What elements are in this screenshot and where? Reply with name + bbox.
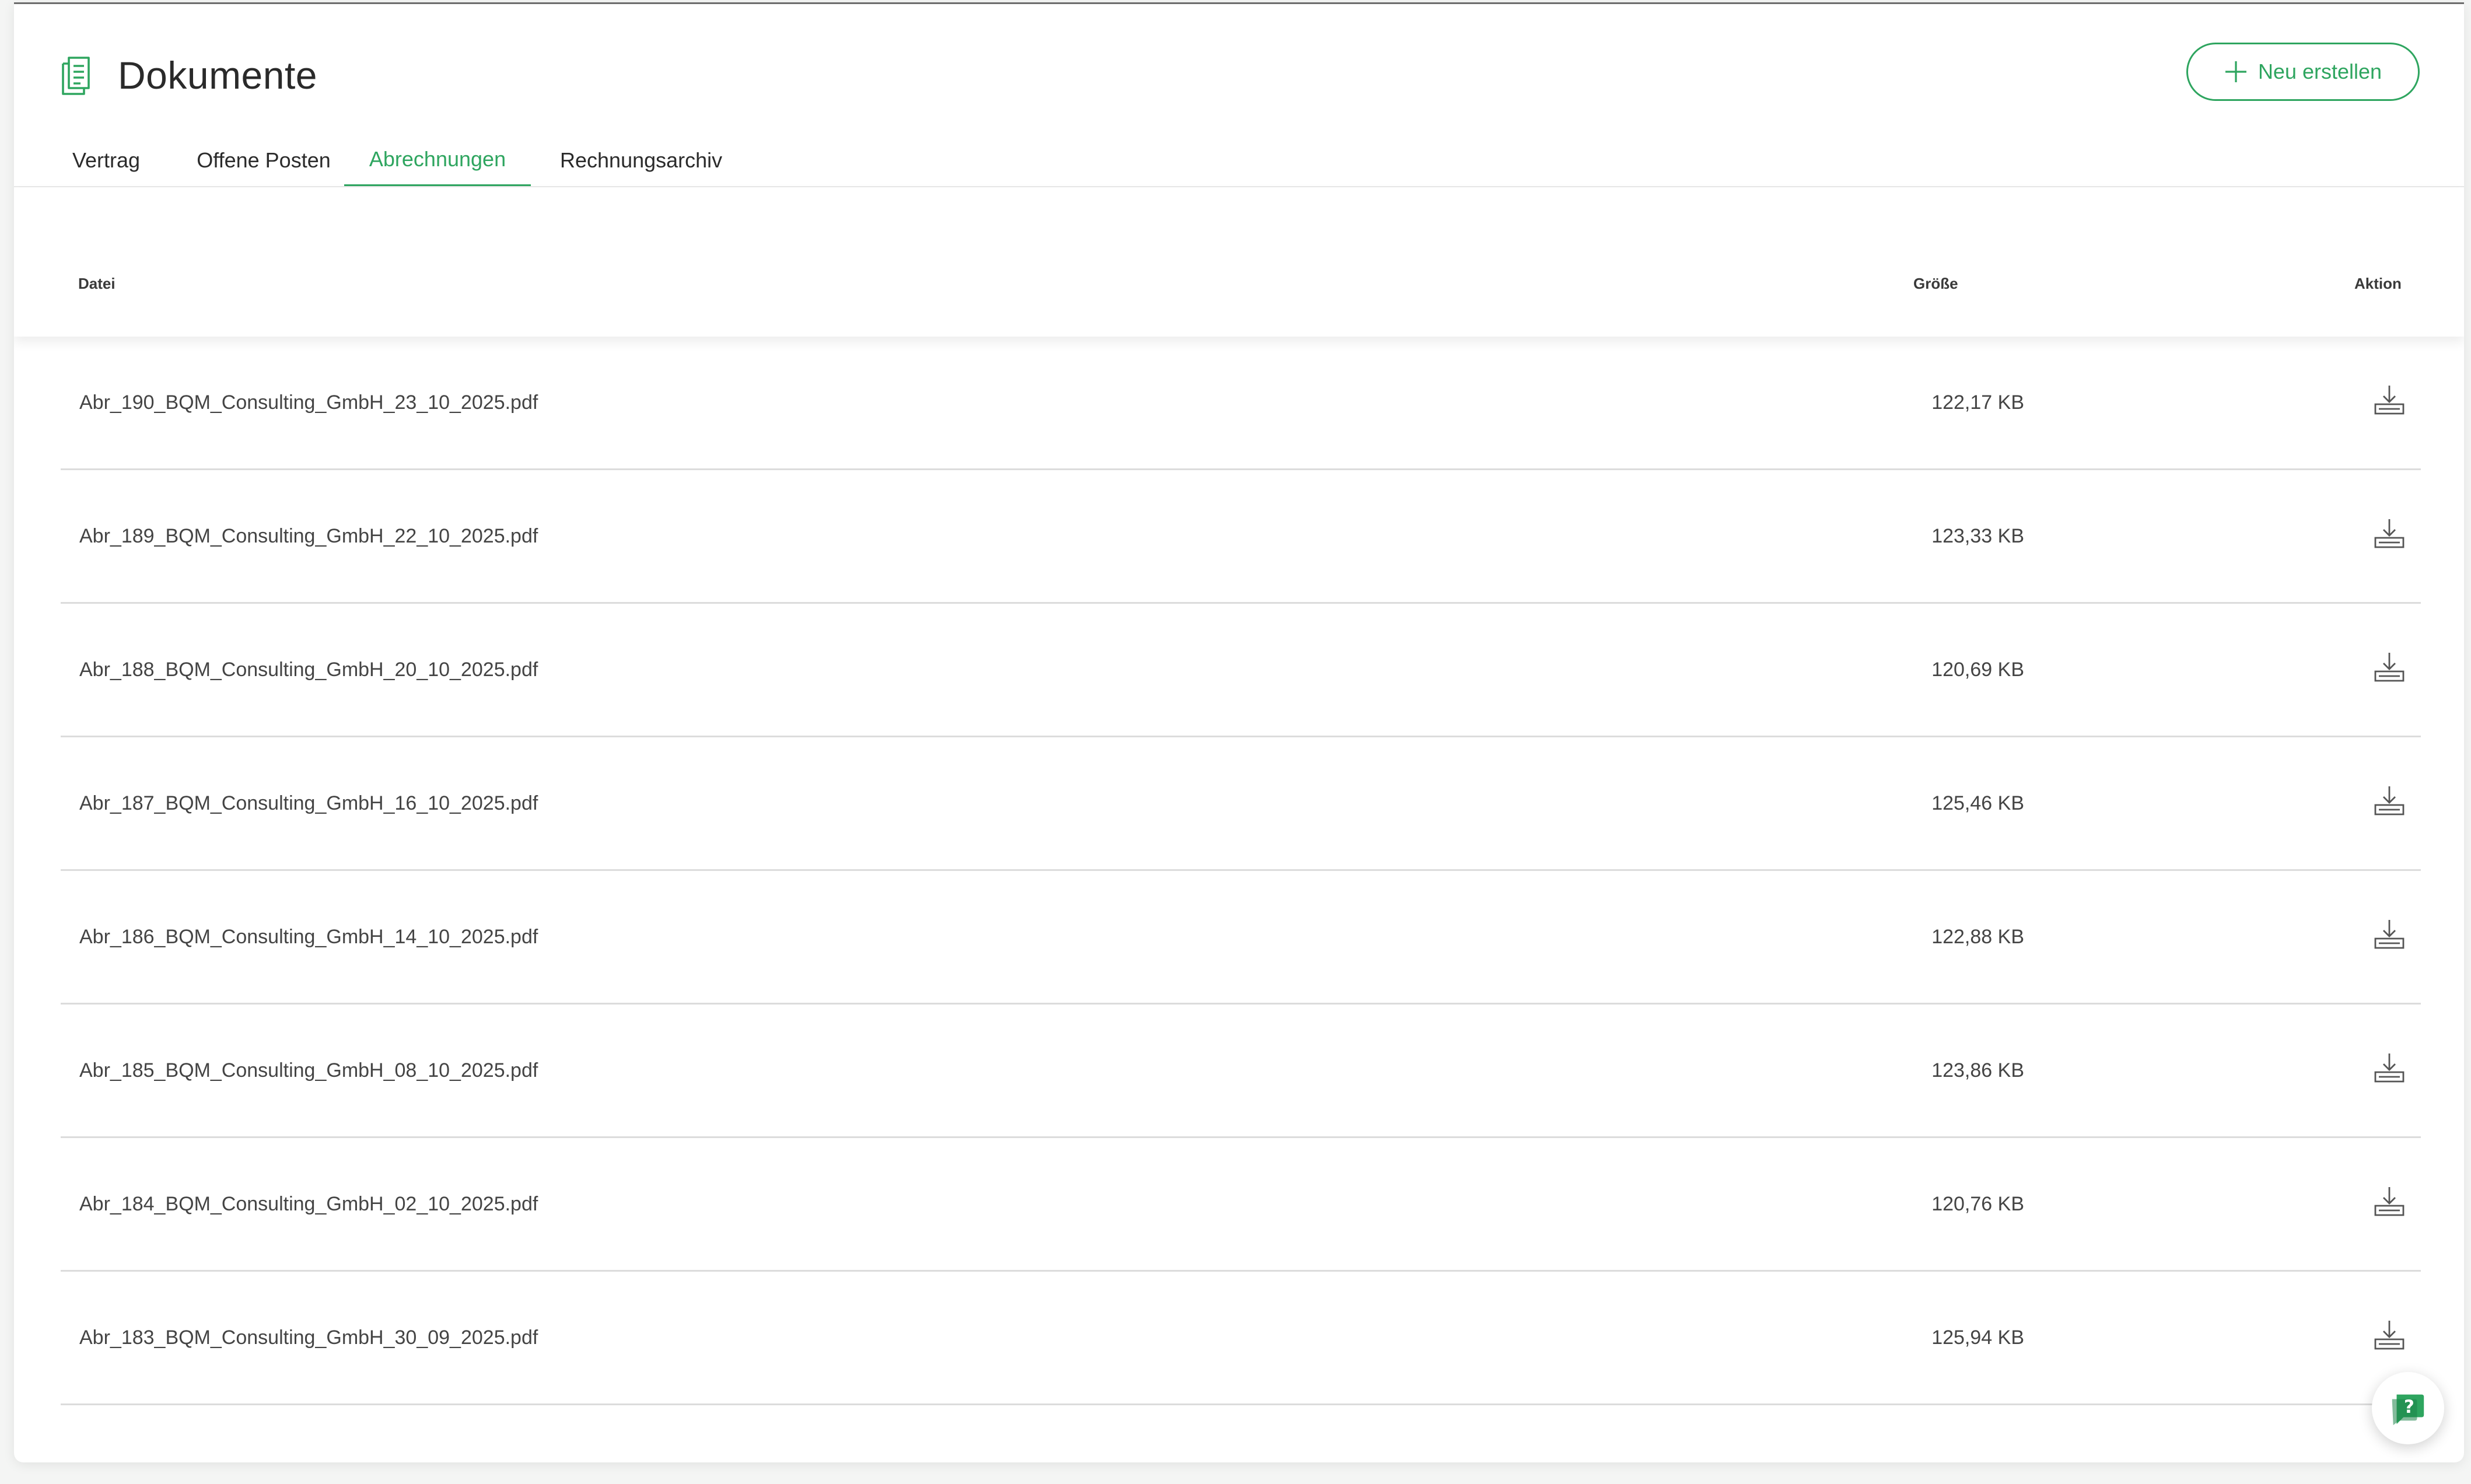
download-icon[interactable] [2372, 1317, 2407, 1352]
column-header-action: Aktion [2354, 275, 2402, 292]
table-row: Abr_184_BQM_Consulting_GmbH_02_10_2025.p… [61, 1138, 2421, 1272]
file-name[interactable]: Abr_186_BQM_Consulting_GmbH_14_10_2025.p… [79, 871, 538, 1003]
file-size: 123,86 KB [1931, 1059, 2024, 1082]
help-chat-icon: ? [2392, 1394, 2424, 1426]
file-size: 125,94 KB [1931, 1326, 2024, 1349]
column-header-file: Datei [78, 275, 116, 292]
title-group: Dokumente [60, 46, 317, 104]
table-row: Abr_185_BQM_Consulting_GmbH_08_10_2025.p… [61, 1005, 2421, 1138]
tab-rechnungsarchiv[interactable]: Rechnungsarchiv [531, 134, 741, 187]
download-icon[interactable] [2372, 1184, 2407, 1219]
table-row: Abr_189_BQM_Consulting_GmbH_22_10_2025.p… [61, 470, 2421, 604]
column-header-size: Größe [1913, 275, 1958, 292]
file-size: 125,46 KB [1931, 792, 2024, 814]
help-chat-button[interactable]: ? [2372, 1372, 2444, 1444]
download-icon[interactable] [2372, 516, 2407, 551]
download-icon[interactable] [2372, 916, 2407, 951]
table-row: Abr_186_BQM_Consulting_GmbH_14_10_2025.p… [61, 871, 2421, 1005]
table-row: Abr_190_BQM_Consulting_GmbH_23_10_2025.p… [61, 337, 2421, 470]
file-name[interactable]: Abr_183_BQM_Consulting_GmbH_30_09_2025.p… [79, 1272, 538, 1404]
file-size: 122,88 KB [1931, 925, 2024, 948]
file-size: 120,76 KB [1931, 1192, 2024, 1215]
file-name[interactable]: Abr_190_BQM_Consulting_GmbH_23_10_2025.p… [79, 337, 538, 468]
document-icon [62, 57, 90, 95]
page-header: Dokumente Neu erstellen Vertrag Offene P… [14, 4, 2464, 187]
file-name[interactable]: Abr_187_BQM_Consulting_GmbH_16_10_2025.p… [79, 737, 538, 869]
download-icon[interactable] [2372, 1050, 2407, 1085]
new-document-label: Neu erstellen [2258, 60, 2382, 83]
svg-text:?: ? [2404, 1396, 2414, 1418]
file-name[interactable]: Abr_189_BQM_Consulting_GmbH_22_10_2025.p… [79, 470, 538, 602]
file-size: 122,17 KB [1931, 391, 2024, 414]
tab-vertrag[interactable]: Vertrag [61, 134, 183, 187]
tab-abrechnungen[interactable]: Abrechnungen [344, 134, 531, 187]
download-icon[interactable] [2372, 783, 2407, 818]
page-title: Dokumente [118, 54, 318, 97]
download-icon[interactable] [2372, 649, 2407, 684]
table-row: Abr_187_BQM_Consulting_GmbH_16_10_2025.p… [61, 737, 2421, 871]
file-name[interactable]: Abr_184_BQM_Consulting_GmbH_02_10_2025.p… [79, 1138, 538, 1270]
table-header: Datei Größe Aktion [14, 187, 2464, 337]
file-size: 120,69 KB [1931, 658, 2024, 681]
documents-panel: Dokumente Neu erstellen Vertrag Offene P… [14, 2, 2464, 1462]
file-size: 123,33 KB [1931, 524, 2024, 547]
table-row: Abr_188_BQM_Consulting_GmbH_20_10_2025.p… [61, 604, 2421, 737]
table-row: Abr_183_BQM_Consulting_GmbH_30_09_2025.p… [61, 1272, 2421, 1405]
download-icon[interactable] [2372, 382, 2407, 417]
file-name[interactable]: Abr_188_BQM_Consulting_GmbH_20_10_2025.p… [79, 604, 538, 736]
tab-bar: Vertrag Offene Posten Abrechnungen Rechn… [61, 134, 741, 187]
plus-icon [2225, 61, 2246, 82]
new-document-button[interactable]: Neu erstellen [2186, 43, 2420, 101]
tab-offene-posten[interactable]: Offene Posten [183, 134, 344, 187]
file-name[interactable]: Abr_185_BQM_Consulting_GmbH_08_10_2025.p… [79, 1005, 538, 1136]
